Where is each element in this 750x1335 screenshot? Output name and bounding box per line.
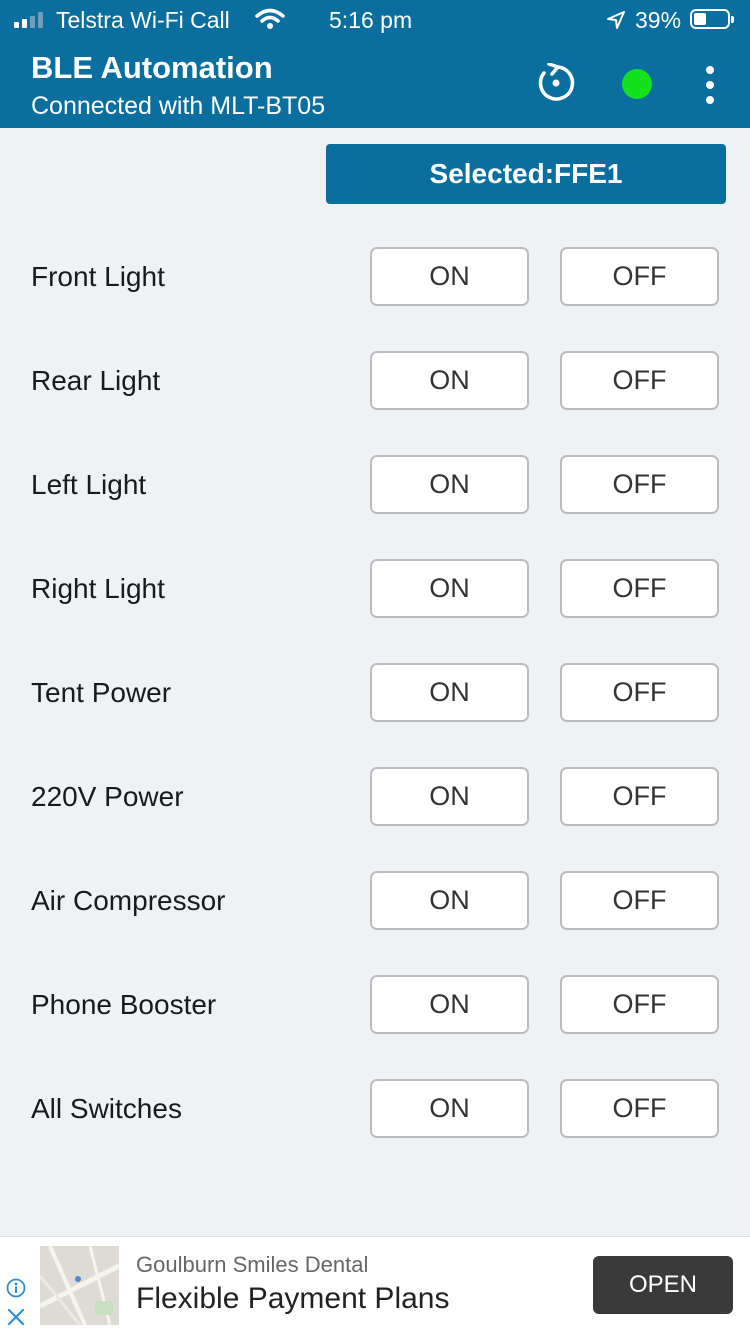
switch-label: All Switches [31, 1093, 182, 1124]
switch-row-all-switches: All Switches ON OFF [0, 1079, 750, 1139]
rear-light-on-button[interactable]: ON [370, 351, 529, 410]
app-bar: Telstra Wi-Fi Call 5:16 pm 39% BLE Autom… [0, 0, 750, 128]
left-light-on-button[interactable]: ON [370, 455, 529, 514]
ad-close-icon[interactable] [6, 1307, 26, 1327]
status-bar: Telstra Wi-Fi Call 5:16 pm 39% [0, 0, 750, 40]
switch-row-right-light: Right Light ON OFF [0, 559, 750, 619]
location-arrow-icon [607, 11, 625, 29]
switch-row-tent-power: Tent Power ON OFF [0, 663, 750, 723]
switch-row-front-light: Front Light ON OFF [0, 247, 750, 307]
switch-row-air-compressor: Air Compressor ON OFF [0, 871, 750, 931]
right-light-on-button[interactable]: ON [370, 559, 529, 618]
refresh-icon[interactable] [536, 63, 576, 103]
switch-label: Tent Power [31, 677, 172, 708]
connection-subtitle: Connected with MLT-BT05 [31, 92, 326, 120]
220v-power-off-button[interactable]: OFF [560, 767, 719, 826]
switch-label: Air Compressor [31, 885, 226, 916]
phone-booster-off-button[interactable]: OFF [560, 975, 719, 1034]
ad-info-icon[interactable] [6, 1278, 26, 1298]
switch-label: Right Light [31, 573, 165, 604]
wifi-icon [255, 8, 285, 29]
all-switches-on-button[interactable]: ON [370, 1079, 529, 1138]
front-light-on-button[interactable]: ON [370, 247, 529, 306]
phone-booster-on-button[interactable]: ON [370, 975, 529, 1034]
switch-label: Rear Light [31, 365, 161, 396]
rear-light-off-button[interactable]: OFF [560, 351, 719, 410]
ad-advertiser: Goulburn Smiles Dental [136, 1252, 369, 1277]
left-light-off-button[interactable]: OFF [560, 455, 719, 514]
air-compressor-off-button[interactable]: OFF [560, 871, 719, 930]
battery-percent: 39% [635, 7, 682, 33]
battery-icon [690, 9, 734, 29]
220v-power-on-button[interactable]: ON [370, 767, 529, 826]
switch-row-220v-power: 220V Power ON OFF [0, 767, 750, 827]
ad-open-button[interactable]: OPEN [593, 1256, 733, 1314]
right-light-off-button[interactable]: OFF [560, 559, 719, 618]
switch-row-phone-booster: Phone Booster ON OFF [0, 975, 750, 1035]
connection-status-icon [622, 69, 652, 99]
more-vertical-icon[interactable] [695, 66, 725, 104]
selected-characteristic-button[interactable]: Selected:FFE1 [326, 144, 726, 204]
all-switches-off-button[interactable]: OFF [560, 1079, 719, 1138]
switch-label: Front Light [31, 261, 165, 292]
map-thumbnail [40, 1246, 119, 1325]
tent-power-off-button[interactable]: OFF [560, 663, 719, 722]
clock: 5:16 pm [329, 7, 413, 33]
ad-headline: Flexible Payment Plans [136, 1282, 450, 1315]
switch-row-rear-light: Rear Light ON OFF [0, 351, 750, 411]
front-light-off-button[interactable]: OFF [560, 247, 719, 306]
tent-power-on-button[interactable]: ON [370, 663, 529, 722]
air-compressor-on-button[interactable]: ON [370, 871, 529, 930]
carrier-name: Telstra Wi-Fi Call [56, 7, 230, 33]
app-title: BLE Automation [31, 50, 273, 85]
switch-label: 220V Power [31, 781, 184, 812]
switch-label: Left Light [31, 469, 147, 500]
switch-row-left-light: Left Light ON OFF [0, 455, 750, 515]
ad-banner[interactable]: Goulburn Smiles Dental Flexible Payment … [0, 1236, 750, 1335]
switch-label: Phone Booster [31, 989, 217, 1020]
